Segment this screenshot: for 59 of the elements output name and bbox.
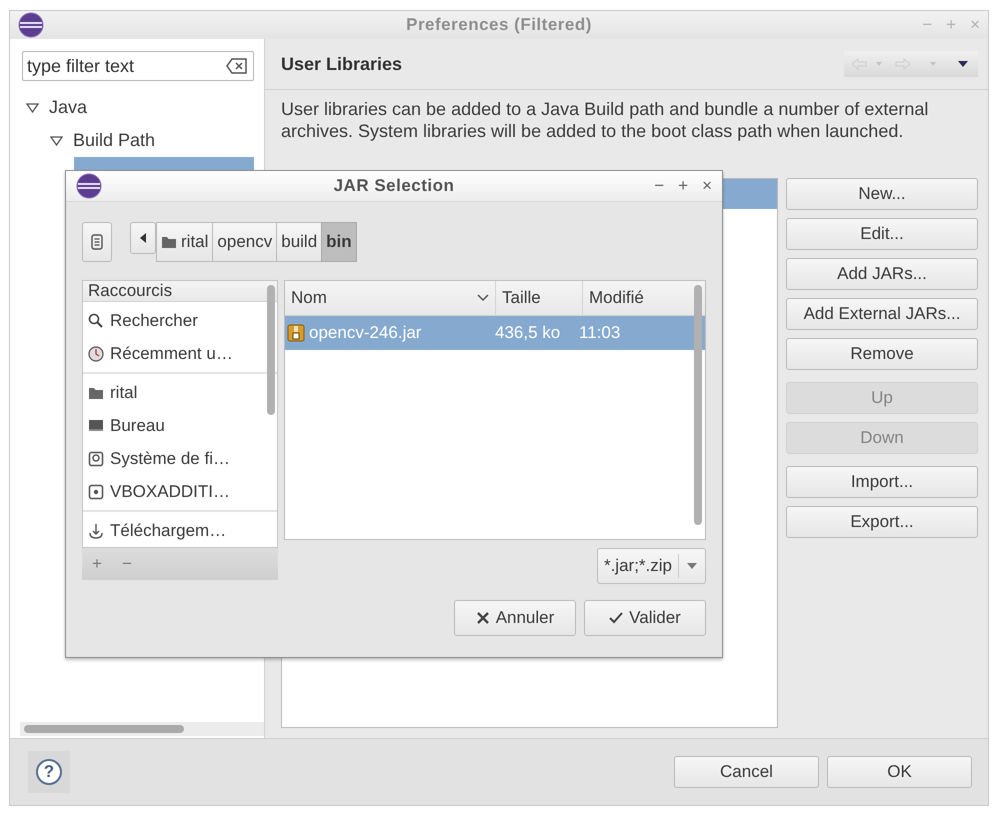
file-modified: 11:03 (578, 323, 622, 343)
archive-icon (287, 324, 305, 342)
x-icon (476, 611, 490, 625)
tree-item[interactable]: Java (49, 97, 88, 118)
left-triangle-icon (140, 233, 146, 243)
page-description: User libraries can be added to a Java Build path and bundle a number of external archives. System libraries will be added to the boot class path when launched. (281, 98, 930, 142)
drive-icon (88, 450, 104, 466)
file-name: opencv-246.jar (309, 323, 422, 343)
sort-caret-icon (477, 294, 489, 302)
filter-field[interactable]: type filter text (22, 51, 254, 81)
place-item[interactable]: Récemment u… (83, 337, 277, 370)
column-header[interactable]: Nom (285, 281, 496, 315)
path-back-button[interactable] (130, 222, 156, 254)
place-item[interactable]: Téléchargem… (83, 514, 277, 547)
place-item[interactable]: Rechercher (83, 304, 277, 337)
file-list[interactable]: Nom Taille Modifié opencv-246.jar 436,5 ko 11:03 (284, 280, 706, 540)
folder-icon (161, 234, 177, 250)
dropdown-caret-icon (687, 563, 697, 569)
column-header[interactable]: Modifié (583, 281, 691, 315)
path-segment[interactable]: rital (156, 222, 214, 262)
column-header: Raccourcis (88, 281, 172, 301)
action-button[interactable]: New... (786, 178, 978, 210)
desktop-icon (88, 418, 104, 434)
path-segment[interactable]: bin (321, 222, 357, 262)
place-item[interactable]: Système de fi… (83, 442, 277, 475)
help-button[interactable]: ? (28, 751, 70, 793)
path-segment[interactable]: opencv (212, 222, 278, 262)
place-item[interactable]: rital (83, 376, 277, 409)
action-button[interactable]: Import... (786, 466, 978, 498)
file-type-dropdown[interactable]: *.jar;*.zip (596, 548, 706, 584)
clear-icon (226, 58, 248, 74)
window-control[interactable]: − (654, 176, 664, 196)
location-toggle-button[interactable] (82, 222, 112, 262)
tree-item[interactable]: Build Path (73, 130, 156, 151)
action-button[interactable]: Add JARs... (786, 258, 978, 290)
dialog-button[interactable]: Cancel (674, 756, 819, 788)
eclipse-logo-icon (76, 173, 102, 199)
action-button[interactable]: Edit... (786, 218, 978, 250)
dialog-button[interactable]: OK (827, 756, 972, 788)
file-size: 436,5 ko (494, 323, 562, 343)
path-segment[interactable]: build (276, 222, 322, 262)
column-header[interactable]: Taille (496, 281, 583, 315)
page-title: User Libraries (281, 54, 402, 74)
place-item[interactable]: Bureau (83, 409, 277, 442)
window-title: Preferences (Filtered) (406, 15, 592, 35)
place-item[interactable]: VBOXADDITI… (83, 475, 277, 508)
window-control[interactable]: × (702, 176, 712, 196)
action-button[interactable]: Add External JARs... (786, 298, 978, 330)
clock-icon (88, 346, 104, 362)
action-button[interactable]: Remove (786, 338, 978, 370)
document-icon (91, 234, 103, 250)
dialog-title: JAR Selection (334, 176, 454, 196)
download-icon (88, 522, 104, 538)
checkmark-icon (609, 611, 624, 625)
dialog-button[interactable]: Valider (584, 600, 706, 636)
search-icon (88, 312, 104, 328)
action-button[interactable]: Export... (786, 506, 978, 538)
window-control[interactable]: + (678, 176, 688, 196)
dialog-button[interactable]: Annuler (454, 600, 576, 636)
